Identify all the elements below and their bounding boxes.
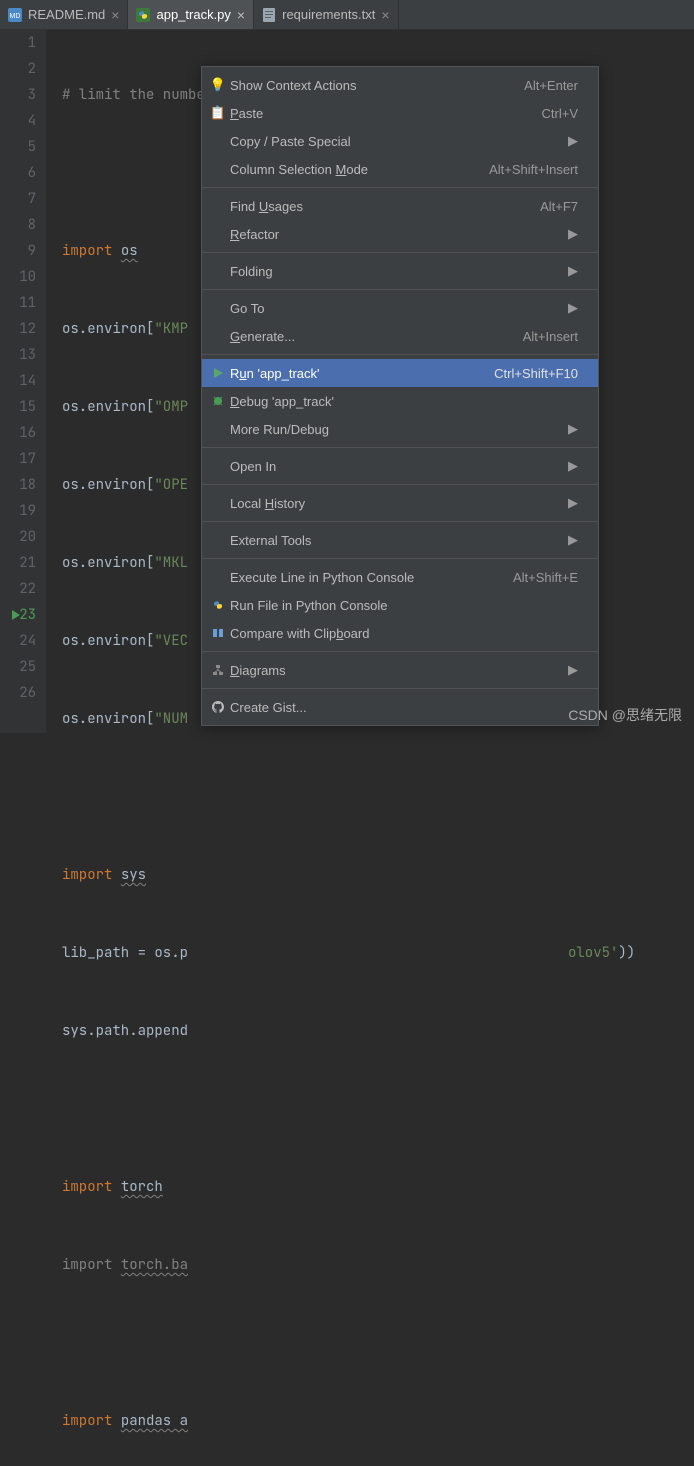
menu-paste[interactable]: 📋 Paste Ctrl+V — [202, 99, 598, 127]
run-gutter-icon[interactable]: 23 — [0, 602, 36, 628]
chevron-right-icon: ▶ — [568, 300, 578, 316]
run-icon — [208, 367, 228, 379]
menu-local-history[interactable]: Local History ▶ — [202, 489, 598, 517]
diagram-icon — [208, 664, 228, 676]
menu-separator — [202, 521, 598, 522]
tab-label: app_track.py — [156, 7, 230, 22]
menu-diagrams[interactable]: Diagrams ▶ — [202, 656, 598, 684]
menu-more-run-debug[interactable]: More Run/Debug ▶ — [202, 415, 598, 443]
chevron-right-icon: ▶ — [568, 133, 578, 149]
tab-app-track[interactable]: app_track.py × — [128, 0, 254, 29]
close-icon[interactable]: × — [111, 7, 119, 23]
menu-debug[interactable]: Debug 'app_track' — [202, 387, 598, 415]
python-icon — [136, 8, 150, 22]
menu-generate[interactable]: Generate... Alt+Insert — [202, 322, 598, 350]
menu-run[interactable]: Run 'app_track' Ctrl+Shift+F10 — [202, 359, 598, 387]
menu-separator — [202, 187, 598, 188]
menu-separator — [202, 484, 598, 485]
menu-execute-line[interactable]: Execute Line in Python Console Alt+Shift… — [202, 563, 598, 591]
python-icon — [208, 599, 228, 611]
menu-open-in[interactable]: Open In ▶ — [202, 452, 598, 480]
menu-column-selection[interactable]: Column Selection Mode Alt+Shift+Insert — [202, 155, 598, 183]
markdown-icon: MD — [8, 8, 22, 22]
menu-goto[interactable]: Go To ▶ — [202, 294, 598, 322]
tab-label: README.md — [28, 7, 105, 22]
clipboard-icon: 📋 — [208, 105, 228, 121]
menu-separator — [202, 688, 598, 689]
menu-show-context-actions[interactable]: 💡 Show Context Actions Alt+Enter — [202, 71, 598, 99]
chevron-right-icon: ▶ — [568, 532, 578, 548]
chevron-right-icon: ▶ — [568, 263, 578, 279]
tab-readme[interactable]: MD README.md × — [0, 0, 128, 29]
menu-separator — [202, 289, 598, 290]
menu-create-gist[interactable]: Create Gist... — [202, 693, 598, 721]
menu-separator — [202, 447, 598, 448]
text-file-icon — [262, 8, 276, 22]
svg-text:MD: MD — [10, 13, 21, 20]
context-menu: 💡 Show Context Actions Alt+Enter 📋 Paste… — [201, 66, 599, 726]
menu-separator — [202, 651, 598, 652]
watermark: CSDN @思绪无限 — [568, 705, 682, 725]
editor-tabs: MD README.md × app_track.py × requiremen… — [0, 0, 694, 30]
menu-external-tools[interactable]: External Tools ▶ — [202, 526, 598, 554]
menu-separator — [202, 558, 598, 559]
menu-run-file-console[interactable]: Run File in Python Console — [202, 591, 598, 619]
menu-folding[interactable]: Folding ▶ — [202, 257, 598, 285]
chevron-right-icon: ▶ — [568, 495, 578, 511]
menu-find-usages[interactable]: Find Usages Alt+F7 — [202, 192, 598, 220]
bulb-icon: 💡 — [208, 77, 228, 93]
menu-refactor[interactable]: Refactor ▶ — [202, 220, 598, 248]
line-gutter: 1 2 3 4 5 6 7 8 9 10 11 12 13 14 15 16 1… — [0, 30, 46, 733]
debug-icon — [208, 395, 228, 407]
close-icon[interactable]: × — [237, 7, 245, 23]
chevron-right-icon: ▶ — [568, 458, 578, 474]
menu-separator — [202, 252, 598, 253]
github-icon — [208, 701, 228, 713]
tab-requirements[interactable]: requirements.txt × — [254, 0, 398, 29]
chevron-right-icon: ▶ — [568, 662, 578, 678]
menu-compare-clipboard[interactable]: Compare with Clipboard — [202, 619, 598, 647]
menu-separator — [202, 354, 598, 355]
diff-icon — [208, 627, 228, 639]
close-icon[interactable]: × — [381, 7, 389, 23]
tab-label: requirements.txt — [282, 7, 375, 22]
chevron-right-icon: ▶ — [568, 226, 578, 242]
menu-copy-paste-special[interactable]: Copy / Paste Special ▶ — [202, 127, 598, 155]
chevron-right-icon: ▶ — [568, 421, 578, 437]
